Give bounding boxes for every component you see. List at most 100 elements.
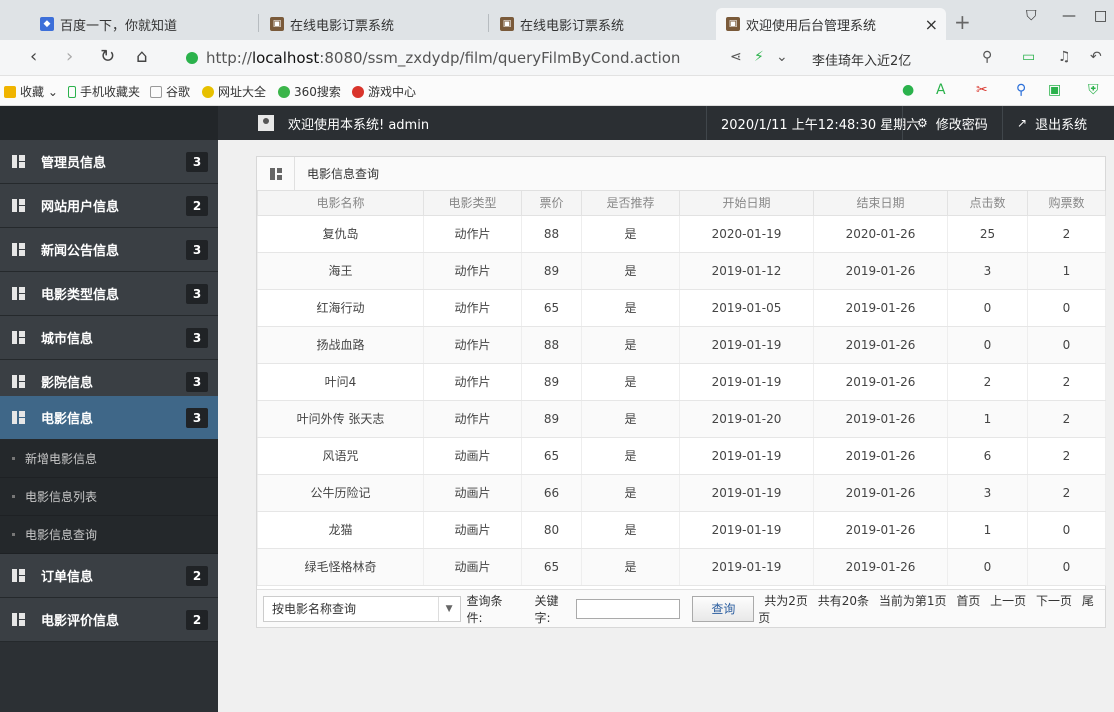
- column-header[interactable]: 票价: [521, 191, 582, 216]
- table-body: 复仇岛 动作片 88 是 2020-01-19 2020-01-26 25 2 海王 动作片 89 是…: [257, 215, 1106, 586]
- sidebar-item-admin[interactable]: 管理员信息 3: [0, 140, 218, 184]
- share-icon[interactable]: ⋖: [730, 49, 742, 65]
- sidebar-item-label: 电影信息: [41, 412, 94, 427]
- home-icon[interactable]: ⌂: [136, 46, 147, 67]
- table-cell: 88: [521, 326, 582, 364]
- keyword-input[interactable]: [576, 598, 681, 619]
- gamepad-icon[interactable]: ▣: [1048, 82, 1061, 98]
- close-tab-icon[interactable]: ×: [925, 15, 938, 34]
- sidebar: 管理员信息 3 网站用户信息 2 新闻公告信息 3 电影类型信息 3 城市信息 3 影院信…: [0, 140, 218, 712]
- column-header[interactable]: 结束日期: [813, 191, 948, 216]
- bookmark-label: 360搜索: [294, 85, 341, 99]
- sidebar-subitem-film-query[interactable]: 电影信息查询: [0, 516, 218, 554]
- table-row[interactable]: 龙猫 动画片 80 是 2019-01-19 2019-01-26 1 0: [257, 511, 1106, 549]
- first-page-link[interactable]: 首页: [956, 594, 980, 608]
- search-icon[interactable]: ⚲: [982, 49, 992, 65]
- grid-icon: [12, 613, 25, 626]
- logout-button[interactable]: ↗ 退出系统: [1002, 106, 1101, 140]
- bookmark-mobile[interactable]: 手机收藏夹: [68, 83, 140, 100]
- column-header[interactable]: 是否推荐: [581, 191, 680, 216]
- sidebar-subitem-add-film[interactable]: 新增电影信息: [0, 440, 218, 478]
- tab-divider: [258, 14, 259, 32]
- bookmark-sites[interactable]: 网址大全: [202, 83, 266, 100]
- scissors-icon[interactable]: ✂: [976, 82, 988, 98]
- table-row[interactable]: 公牛历险记 动画片 66 是 2019-01-19 2019-01-26 3 2: [257, 474, 1106, 512]
- table-row[interactable]: 绿毛怪格林奇 动画片 65 是 2019-01-19 2019-01-26 0 0: [257, 548, 1106, 586]
- column-header[interactable]: 开始日期: [679, 191, 814, 216]
- bullet-icon: [12, 495, 15, 498]
- column-header[interactable]: 电影类型: [423, 191, 522, 216]
- sidebar-item-users[interactable]: 网站用户信息 2: [0, 184, 218, 228]
- maximize-icon[interactable]: □: [1094, 8, 1107, 24]
- next-page-link[interactable]: 下一页: [1036, 594, 1072, 608]
- bookmark-google[interactable]: 谷歌: [150, 83, 190, 100]
- sidebar-item-reviews[interactable]: 电影评价信息 2: [0, 598, 218, 642]
- magnifier-icon[interactable]: ⚲: [1016, 82, 1026, 98]
- sidebar-item-cities[interactable]: 城市信息 3: [0, 316, 218, 360]
- browser-tab-admin[interactable]: ▣ 欢迎使用后台管理系统 ×: [716, 8, 946, 40]
- table-cell: 2: [1027, 400, 1106, 438]
- prev-page-link[interactable]: 上一页: [990, 594, 1026, 608]
- back-icon[interactable]: ‹: [30, 46, 37, 67]
- headphones-icon[interactable]: ♫: [1058, 49, 1071, 65]
- table-row[interactable]: 扬战血路 动作片 88 是 2019-01-19 2019-01-26 0 0: [257, 326, 1106, 364]
- skin-icon[interactable]: ⛉: [1026, 8, 1037, 24]
- table-cell: 2019-01-26: [813, 326, 948, 364]
- panel-grid-icon: [257, 156, 295, 191]
- undo-icon[interactable]: ↶: [1090, 49, 1102, 65]
- column-header[interactable]: 电影名称: [257, 191, 424, 216]
- refresh-icon[interactable]: ↻: [100, 46, 115, 67]
- bookmark-games[interactable]: 游戏中心: [352, 83, 416, 100]
- url-field[interactable]: http://localhost:8080/ssm_zxdydp/film/qu…: [186, 45, 716, 71]
- table-cell: 1: [947, 400, 1028, 438]
- panel-header: 电影信息查询: [257, 156, 1105, 191]
- sidebar-item-label: 电影评价信息: [41, 614, 120, 629]
- query-button[interactable]: 查询: [692, 595, 755, 622]
- main-content: 电影信息查询 电影名称 电影类型 票价 是否推荐 开始日期 结束日期 点击数 购…: [218, 140, 1114, 712]
- table-cell: 2: [947, 363, 1028, 401]
- browser-tab-ticket-1[interactable]: ▣ 在线电影订票系统: [260, 8, 488, 40]
- table-row[interactable]: 叶问4 动作片 89 是 2019-01-19 2019-01-26 2 2: [257, 363, 1106, 401]
- column-header[interactable]: 购票数: [1027, 191, 1106, 216]
- count-badge: 2: [186, 196, 208, 216]
- app-header: 欢迎使用本系统! admin 2020/1/11 上午12:48:30 星期六 …: [0, 106, 1114, 140]
- sidebar-item-label: 城市信息: [41, 332, 94, 347]
- sidebar-item-orders[interactable]: 订单信息 2: [0, 554, 218, 598]
- table-cell: 2019-01-26: [813, 437, 948, 475]
- table-cell: 动作片: [423, 400, 522, 438]
- bookmark-360[interactable]: 360搜索: [278, 83, 341, 100]
- sidebar-item-news[interactable]: 新闻公告信息 3: [0, 228, 218, 272]
- change-password-button[interactable]: ⚙ 修改密码: [902, 106, 1002, 140]
- column-header[interactable]: 点击数: [947, 191, 1028, 216]
- secure-site-icon: [186, 52, 198, 64]
- sidebar-item-films[interactable]: 电影信息 3: [0, 396, 218, 440]
- forward-icon[interactable]: ›: [66, 46, 73, 67]
- browser-tab-baidu[interactable]: ◆ 百度一下，你就知道: [30, 8, 256, 40]
- table-row[interactable]: 红海行动 动作片 65 是 2019-01-05 2019-01-26 0 0: [257, 289, 1106, 327]
- wechat-icon[interactable]: ●: [902, 82, 914, 98]
- speed-icon[interactable]: ⚡: [754, 49, 764, 65]
- query-type-select[interactable]: 按电影名称查询 ▼: [263, 595, 461, 622]
- table-cell: 2019-01-19: [679, 511, 814, 549]
- table-cell: 动作片: [423, 363, 522, 401]
- search-suggestion[interactable]: 李佳琦年入近2亿: [812, 50, 911, 69]
- star-icon: [4, 85, 16, 98]
- baidu-icon: ◆: [40, 17, 54, 31]
- table-row[interactable]: 风语咒 动画片 65 是 2019-01-19 2019-01-26 6 2: [257, 437, 1106, 475]
- bookmark-favorites[interactable]: 收藏 ⌄: [4, 83, 58, 100]
- table-cell: 2: [1027, 363, 1106, 401]
- battery-icon: ▭: [1022, 49, 1036, 65]
- tab-label: 百度一下，你就知道: [60, 18, 178, 34]
- sidebar-subitem-film-list[interactable]: 电影信息列表: [0, 478, 218, 516]
- table-row[interactable]: 海王 动作片 89 是 2019-01-12 2019-01-26 3 1: [257, 252, 1106, 290]
- browser-tab-ticket-2[interactable]: ▣ 在线电影订票系统: [490, 8, 712, 40]
- chevron-down-icon[interactable]: ⌄: [776, 49, 788, 65]
- new-tab-icon[interactable]: +: [954, 10, 971, 34]
- table-row[interactable]: 叶问外传 张天志 动作片 89 是 2019-01-20 2019-01-26 1 2: [257, 400, 1106, 438]
- translate-icon[interactable]: A: [936, 82, 946, 98]
- table-cell: 80: [521, 511, 582, 549]
- minimize-icon[interactable]: —: [1062, 8, 1076, 24]
- sidebar-item-film-types[interactable]: 电影类型信息 3: [0, 272, 218, 316]
- shield-icon[interactable]: ⛨: [1088, 82, 1099, 98]
- table-row[interactable]: 复仇岛 动作片 88 是 2020-01-19 2020-01-26 25 2: [257, 215, 1106, 253]
